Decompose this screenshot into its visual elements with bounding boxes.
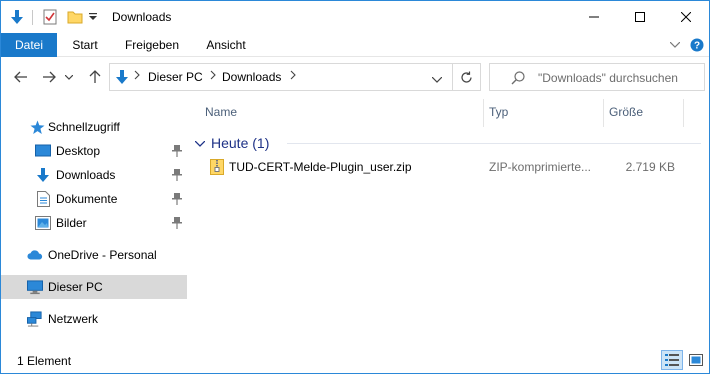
search-box[interactable]: "Downloads" durchsuchen xyxy=(489,63,705,91)
address-history-icon[interactable] xyxy=(431,72,443,86)
sidebar-item-documents[interactable]: Dokumente xyxy=(1,187,187,211)
navigation-pane: Schnellzugriff Desktop Downloads Dokumen… xyxy=(1,95,187,345)
navigation-bar: Dieser PC Downloads "Downloads" durchsuc… xyxy=(1,58,709,95)
column-divider[interactable] xyxy=(483,99,484,127)
sidebar-item-label: Dokumente xyxy=(56,192,118,206)
download-arrow-icon[interactable] xyxy=(7,1,27,33)
sidebar-item-label: Desktop xyxy=(56,144,101,158)
sidebar-item-quick-access[interactable]: Schnellzugriff xyxy=(1,115,187,139)
tab-start[interactable]: Start xyxy=(65,33,105,57)
breadcrumb-downloads[interactable]: Downloads xyxy=(222,70,281,84)
chevron-right-icon[interactable] xyxy=(210,69,216,83)
breadcrumb-this-pc[interactable]: Dieser PC xyxy=(148,70,203,84)
pin-icon xyxy=(171,145,183,157)
refresh-button[interactable] xyxy=(453,63,481,91)
file-type: ZIP-komprimierte... xyxy=(489,160,592,174)
sidebar-item-pictures[interactable]: Bilder xyxy=(1,211,187,235)
large-icons-view-button[interactable] xyxy=(685,350,707,370)
search-icon xyxy=(510,70,526,86)
file-name[interactable]: TUD-CERT-Melde-Plugin_user.zip xyxy=(229,160,489,174)
column-header-name[interactable]: Name xyxy=(205,105,237,119)
customize-toolbar-icon[interactable] xyxy=(87,1,99,33)
download-arrow-icon xyxy=(35,167,51,183)
download-arrow-icon xyxy=(114,69,130,85)
minimize-button[interactable] xyxy=(571,1,617,33)
chevron-right-icon[interactable] xyxy=(134,69,140,83)
chevron-right-icon[interactable] xyxy=(290,69,296,83)
tab-share[interactable]: Freigeben xyxy=(117,33,187,57)
column-header-type[interactable]: Typ xyxy=(489,105,508,119)
details-view-button[interactable] xyxy=(661,350,683,370)
table-row[interactable]: TUD-CERT-Melde-Plugin_user.zip ZIP-kompr… xyxy=(201,155,705,179)
up-button[interactable] xyxy=(85,67,105,87)
group-label: Heute (1) xyxy=(211,135,270,151)
file-list: Name Typ Größe Heute (1) TUD-CERT-Melde-… xyxy=(187,95,709,345)
properties-icon[interactable] xyxy=(40,1,60,33)
picture-icon xyxy=(35,215,51,231)
chevron-down-icon xyxy=(194,136,206,150)
forward-button[interactable] xyxy=(39,67,59,87)
group-header-today[interactable]: Heute (1) xyxy=(194,133,270,153)
sidebar-item-this-pc[interactable]: Dieser PC xyxy=(1,275,187,299)
sidebar-item-label: Schnellzugriff xyxy=(48,120,120,134)
sidebar-item-label: Bilder xyxy=(56,216,87,230)
tab-file[interactable]: Datei xyxy=(1,33,57,57)
item-count: 1 Element xyxy=(17,354,72,368)
close-button[interactable] xyxy=(663,1,709,33)
ribbon: Datei Start Freigeben Ansicht ? xyxy=(1,33,709,57)
sidebar-item-network[interactable]: Netzwerk xyxy=(1,307,187,331)
sidebar-item-label: OneDrive - Personal xyxy=(48,248,157,262)
cloud-icon xyxy=(27,247,43,263)
help-icon[interactable]: ? xyxy=(689,33,705,57)
network-icon xyxy=(27,311,43,327)
back-button[interactable] xyxy=(11,67,31,87)
svg-text:?: ? xyxy=(694,41,700,52)
pin-icon xyxy=(171,193,183,205)
column-divider[interactable] xyxy=(683,99,684,127)
file-size: 2.719 KB xyxy=(625,160,675,174)
sidebar-item-onedrive[interactable]: OneDrive - Personal xyxy=(1,243,187,267)
recent-locations-icon[interactable] xyxy=(63,67,75,87)
sidebar-item-label: Downloads xyxy=(56,168,116,182)
search-input[interactable]: "Downloads" durchsuchen xyxy=(538,71,678,85)
column-header-size[interactable]: Größe xyxy=(609,105,643,119)
window-title: Downloads xyxy=(112,10,172,24)
new-folder-icon[interactable] xyxy=(65,1,85,33)
title-separator xyxy=(32,10,33,25)
sidebar-item-label: Netzwerk xyxy=(48,312,99,326)
expand-ribbon-icon[interactable] xyxy=(667,33,683,57)
monitor-icon xyxy=(27,279,43,295)
tab-view[interactable]: Ansicht xyxy=(199,33,253,57)
pin-icon xyxy=(171,169,183,181)
document-icon xyxy=(35,191,51,207)
desktop-folder-icon xyxy=(35,143,51,159)
zip-folder-icon xyxy=(209,159,225,175)
title-bar: Downloads xyxy=(1,1,709,33)
address-bar[interactable]: Dieser PC Downloads xyxy=(109,63,453,91)
sidebar-item-label: Dieser PC xyxy=(48,280,103,294)
column-divider[interactable] xyxy=(603,99,604,127)
star-icon xyxy=(29,119,45,135)
sidebar-item-desktop[interactable]: Desktop xyxy=(1,139,187,163)
sidebar-item-downloads[interactable]: Downloads xyxy=(1,163,187,187)
group-divider xyxy=(287,143,701,144)
pin-icon xyxy=(171,217,183,229)
explorer-window: Downloads Datei Start Freigeben Ansicht … xyxy=(0,0,710,374)
status-bar: 1 Element xyxy=(1,345,709,373)
maximize-button[interactable] xyxy=(617,1,663,33)
